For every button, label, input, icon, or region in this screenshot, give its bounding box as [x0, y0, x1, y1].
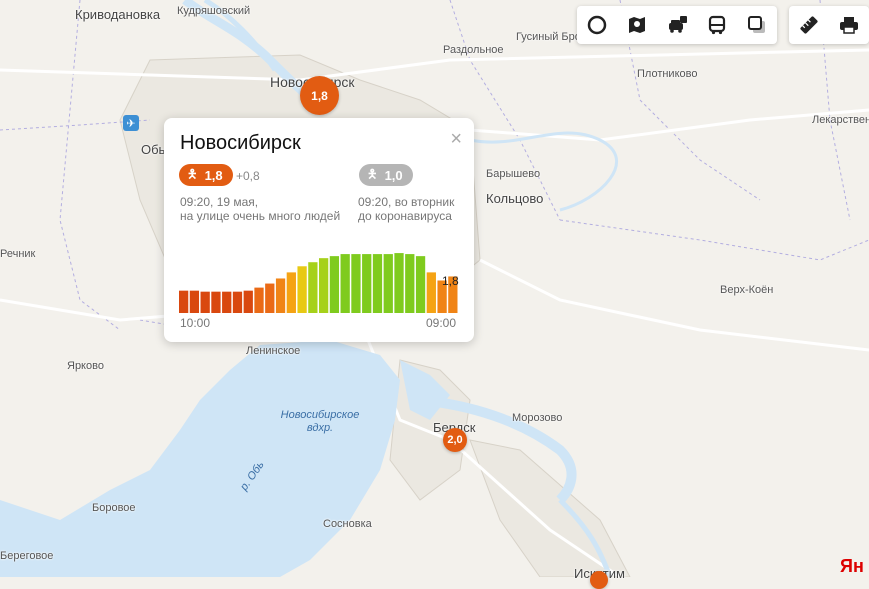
chart-bar	[189, 290, 200, 313]
circle-icon[interactable]	[577, 6, 617, 44]
congestion-marker-novosibirsk[interactable]: 1,8	[300, 76, 339, 115]
hourly-congestion-chart	[179, 253, 458, 313]
current-time: 09:20, 19 мая,	[180, 195, 259, 209]
layers-map-icon[interactable]	[617, 6, 657, 44]
congestion-marker-berdsk[interactable]: 2,0	[443, 428, 467, 452]
person-icon: 🯅	[367, 166, 378, 181]
popup-title: Новосибирск	[180, 132, 301, 154]
place-label: Ленинское	[246, 345, 301, 357]
print-icon[interactable]	[829, 6, 869, 44]
chart-bar	[254, 287, 264, 313]
chart-x-end-label: 09:00	[426, 316, 457, 330]
ruler-icon[interactable]	[789, 6, 829, 44]
chart-x-start-label: 10:00	[180, 316, 211, 330]
place-label: Верх-Коён	[720, 284, 774, 296]
chart-bar	[200, 291, 210, 313]
chart-bar	[265, 283, 275, 313]
place-label: Криводановка	[75, 7, 161, 22]
baseline-time: 09:20, во вторник	[358, 195, 455, 209]
place-label: Речник	[0, 248, 36, 260]
baseline-level-badge: 🯅 1,0	[359, 164, 413, 186]
chart-bar	[297, 266, 307, 313]
chart-bar	[351, 254, 361, 313]
baseline-desc: до коронавируса	[358, 209, 452, 223]
place-label: Кольцово	[486, 191, 544, 206]
current-note: 09:20, 19 мая, на улице очень много люде…	[180, 195, 340, 223]
brand-logo-text: Ян	[840, 556, 864, 576]
chart-bar	[319, 258, 329, 313]
baseline-note: 09:20, во вторник до коронавируса	[358, 195, 454, 223]
chart-bar	[372, 254, 383, 313]
chart-bar	[222, 291, 232, 313]
chart-bar	[232, 291, 243, 313]
place-label: Береговое	[0, 550, 54, 562]
place-label: Ярково	[67, 360, 104, 372]
place-label: Сосновка	[323, 518, 372, 530]
chart-bar	[308, 262, 318, 313]
place-label: Кудряшовский	[177, 5, 251, 17]
chart-last-value: 1,8	[442, 274, 459, 288]
transit-icon[interactable]	[697, 6, 737, 44]
chart-bar	[415, 256, 426, 313]
tools-toolbar	[789, 6, 869, 44]
map-toolbar	[577, 6, 777, 44]
reservoir-label: Новосибирское вдхр.	[280, 409, 360, 434]
place-label: Лекарственное	[812, 114, 869, 126]
chart-bar	[426, 272, 436, 313]
chart-bar	[362, 254, 372, 313]
chart-bar	[394, 253, 404, 313]
chart-bar	[286, 272, 296, 313]
svg-text:✈: ✈	[126, 117, 135, 130]
place-label: Плотниково	[637, 68, 698, 80]
chart-bar	[179, 290, 189, 313]
person-icon: 🯅	[187, 166, 198, 181]
traffic-icon[interactable]	[657, 6, 697, 44]
chart-bar	[340, 254, 350, 313]
place-label: Раздольное	[443, 44, 504, 56]
chart-bar	[383, 254, 393, 313]
chart-bar	[329, 256, 340, 313]
current-level-badge: 🯅 1,8	[179, 164, 233, 186]
current-level-value: 1,8	[204, 167, 223, 183]
chart-bar	[243, 290, 253, 313]
place-label: Обь	[141, 142, 166, 157]
baseline-level-value: 1,0	[384, 167, 403, 183]
chart-bar	[211, 291, 221, 313]
place-label: Боровое	[92, 502, 136, 514]
place-label: Барышево	[486, 168, 541, 180]
layer-switch-icon[interactable]	[737, 6, 777, 44]
chart-bar	[275, 278, 286, 313]
place-label: Морозово	[512, 412, 563, 424]
close-icon[interactable]: ×	[450, 128, 462, 151]
congestion-popup: Новосибирск × 🯅 1,8 +0,8 🯅 1,0 09:20, 19…	[164, 118, 474, 342]
congestion-marker[interactable]	[590, 571, 608, 589]
current-desc: на улице очень много людей	[180, 209, 341, 223]
chart-bar	[405, 254, 415, 313]
level-delta: +0,8	[236, 169, 260, 183]
